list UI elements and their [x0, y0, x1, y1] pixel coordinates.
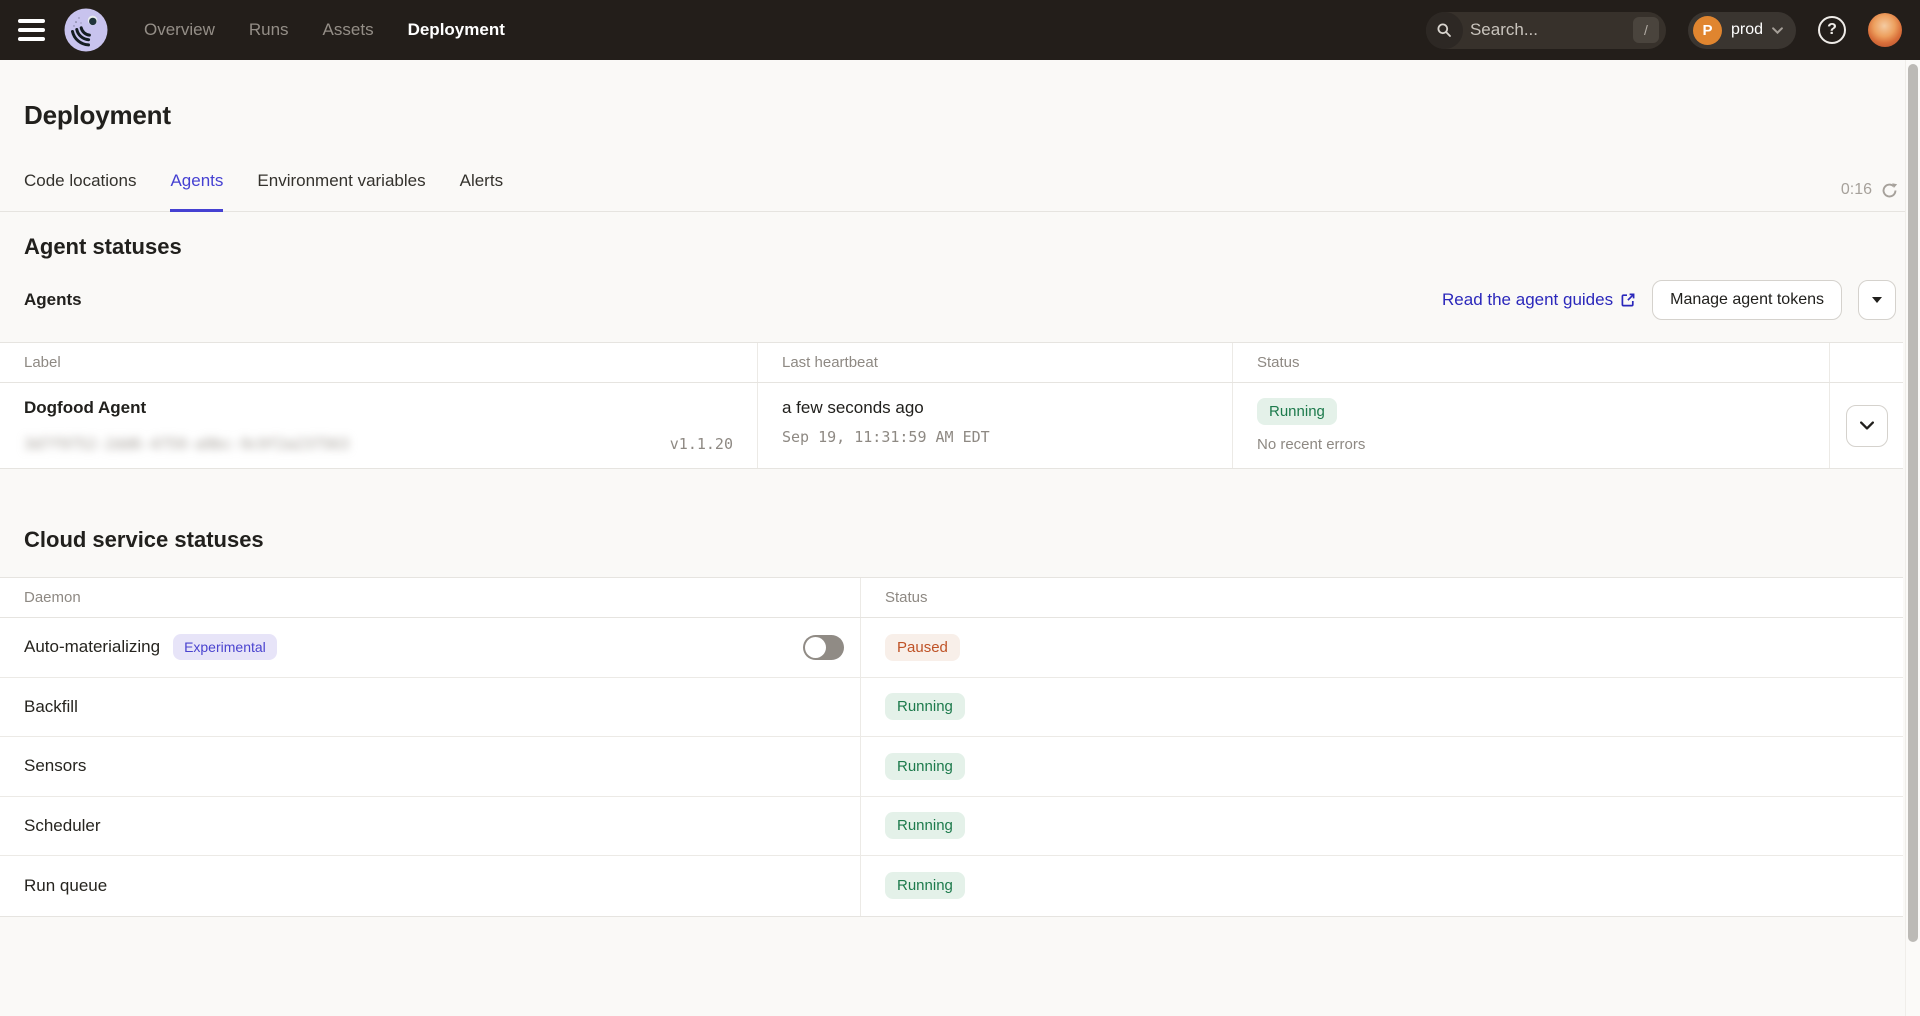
daemon-row-scheduler: Scheduler Running: [0, 797, 1903, 857]
top-navbar: Overview Runs Assets Deployment / P prod…: [0, 0, 1920, 60]
cloud-services-table: Daemon Status Auto-materializing Experim…: [0, 577, 1903, 917]
help-icon[interactable]: ?: [1818, 16, 1846, 44]
agent-name: Dogfood Agent: [24, 398, 733, 418]
daemon-label-cell: Run queue: [0, 856, 861, 916]
scrollbar-thumb[interactable]: [1908, 64, 1918, 942]
tab-agents[interactable]: Agents: [170, 171, 223, 212]
scrollbar-track: [1905, 60, 1920, 1016]
primary-nav: Overview Runs Assets Deployment: [144, 20, 505, 40]
external-link-icon: [1620, 292, 1636, 308]
agent-id-blurred: 3d7f9752-2dd6-4759-a9bc-9c9f2a237563: [24, 435, 349, 453]
daemon-label-cell: Scheduler: [0, 797, 861, 856]
tab-environment-variables[interactable]: Environment variables: [257, 171, 425, 212]
search-box[interactable]: /: [1426, 12, 1666, 49]
status-badge: Running: [885, 872, 965, 899]
column-header-last-heartbeat: Last heartbeat: [758, 343, 1233, 382]
agent-version: v1.1.20: [670, 435, 733, 453]
daemon-label-cell: Sensors: [0, 737, 861, 796]
agent-row-expand-button[interactable]: [1846, 405, 1888, 447]
user-avatar[interactable]: [1868, 13, 1902, 47]
agent-heartbeat-cell: a few seconds ago Sep 19, 11:31:59 AM ED…: [758, 383, 1233, 468]
dagster-logo[interactable]: [64, 8, 108, 52]
menu-icon[interactable]: [18, 19, 48, 41]
nav-assets[interactable]: Assets: [323, 20, 374, 40]
heartbeat-timestamp: Sep 19, 11:31:59 AM EDT: [782, 428, 1208, 446]
heartbeat-relative: a few seconds ago: [782, 398, 1208, 418]
column-header-status: Status: [1233, 343, 1830, 382]
search-icon: [1426, 12, 1463, 49]
daemon-status-cell: Running: [861, 737, 1903, 796]
agent-status-cell: Running No recent errors: [1233, 383, 1830, 468]
agent-table-row: Dogfood Agent 3d7f9752-2dd6-4759-a9bc-9c…: [0, 383, 1903, 468]
search-input[interactable]: [1463, 20, 1633, 40]
agent-expand-cell: [1830, 383, 1903, 468]
daemon-label-cell: Backfill: [0, 678, 861, 737]
agent-guides-link-label: Read the agent guides: [1442, 290, 1613, 310]
tabs-bar: Code locations Agents Environment variab…: [0, 171, 1920, 212]
manage-agent-tokens-button[interactable]: Manage agent tokens: [1652, 280, 1842, 320]
agents-table-header: Label Last heartbeat Status: [0, 343, 1903, 383]
status-badge: Running: [885, 693, 965, 720]
daemon-row-backfill: Backfill Running: [0, 678, 1903, 738]
tab-alerts[interactable]: Alerts: [460, 171, 503, 212]
agent-guides-link[interactable]: Read the agent guides: [1442, 290, 1636, 310]
nav-overview[interactable]: Overview: [144, 20, 215, 40]
agents-table: Label Last heartbeat Status Dogfood Agen…: [0, 342, 1903, 469]
agent-status-badge: Running: [1257, 398, 1337, 425]
deployment-switcher[interactable]: P prod: [1688, 12, 1796, 49]
daemon-name: Backfill: [24, 697, 78, 717]
auto-materializing-toggle[interactable]: [803, 635, 844, 660]
agents-toolbar: Agents Read the agent guides Manage agen…: [24, 280, 1896, 320]
daemon-name: Scheduler: [24, 816, 101, 836]
daemon-status-cell: Running: [861, 678, 1903, 737]
page-title: Deployment: [24, 100, 1896, 131]
agents-subheading: Agents: [24, 290, 82, 310]
chevron-down-icon: [1772, 27, 1783, 34]
help-glyph: ?: [1827, 21, 1837, 39]
daemon-row-sensors: Sensors Running: [0, 737, 1903, 797]
nav-runs[interactable]: Runs: [249, 20, 289, 40]
daemon-status-cell: Running: [861, 856, 1903, 916]
daemon-name: Sensors: [24, 756, 86, 776]
cloud-service-statuses-heading: Cloud service statuses: [24, 527, 1896, 553]
column-header-daemon: Daemon: [0, 578, 861, 617]
daemon-row-run-queue: Run queue Running: [0, 856, 1903, 916]
daemon-row-auto-materializing: Auto-materializing Experimental Paused: [0, 618, 1903, 678]
cloud-table-header: Daemon Status: [0, 578, 1903, 618]
org-initial-badge: P: [1693, 16, 1722, 45]
search-shortcut-key: /: [1633, 17, 1659, 43]
page-header: Deployment: [0, 60, 1920, 131]
column-header-label: Label: [0, 343, 758, 382]
column-header-status: Status: [861, 578, 1903, 617]
refresh-countdown: 0:16: [1841, 181, 1872, 199]
column-header-actions: [1830, 343, 1903, 382]
agent-errors-text: No recent errors: [1257, 436, 1805, 453]
status-badge: Running: [885, 812, 965, 839]
org-name: prod: [1731, 21, 1763, 39]
daemon-status-cell: Paused: [861, 618, 1903, 677]
refresh-area: 0:16: [1841, 181, 1898, 199]
daemon-status-cell: Running: [861, 797, 1903, 856]
toggle-knob: [805, 637, 826, 658]
agent-label-cell: Dogfood Agent 3d7f9752-2dd6-4759-a9bc-9c…: [0, 383, 758, 468]
refresh-icon[interactable]: [1881, 182, 1898, 199]
experimental-badge: Experimental: [173, 634, 277, 660]
daemon-name: Run queue: [24, 876, 107, 896]
caret-down-icon: [1872, 297, 1882, 303]
navbar-right: / P prod ?: [1426, 12, 1902, 49]
daemon-name: Auto-materializing: [24, 637, 160, 657]
agent-statuses-heading: Agent statuses: [24, 234, 1896, 260]
status-badge: Running: [885, 753, 965, 780]
agent-tokens-menu-button[interactable]: [1858, 280, 1896, 320]
status-badge: Paused: [885, 634, 960, 661]
daemon-label-cell: Auto-materializing Experimental: [0, 618, 861, 677]
nav-deployment[interactable]: Deployment: [408, 20, 505, 40]
tab-code-locations[interactable]: Code locations: [24, 171, 136, 212]
